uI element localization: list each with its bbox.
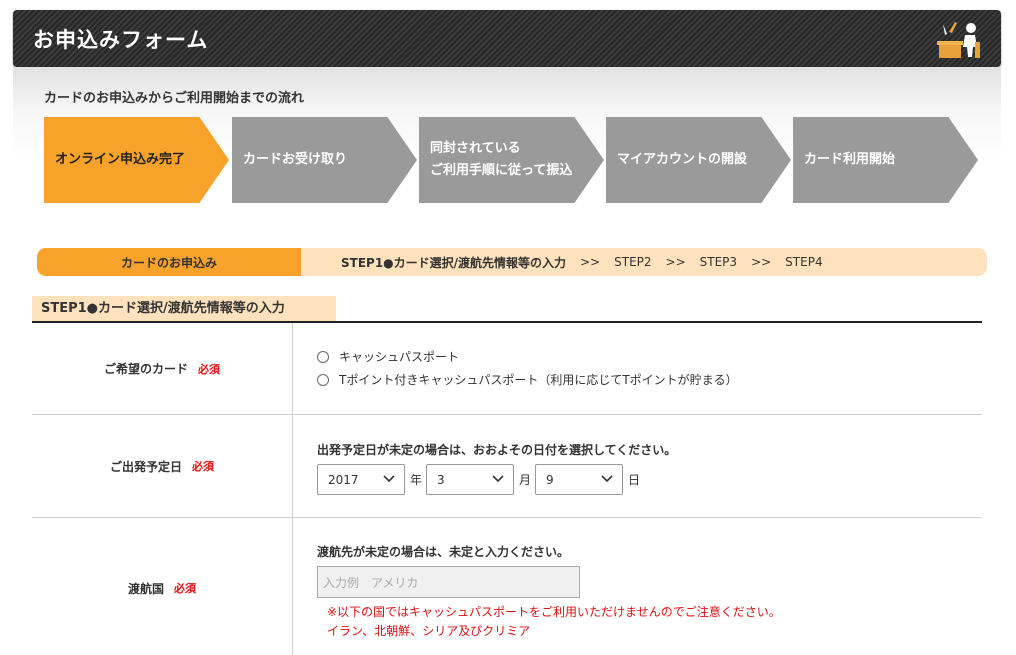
- form-row-destination: 渡航国 必須 渡航先が未定の場合は、未定と入力ください。 入力例 アメリカ ※以…: [32, 518, 982, 655]
- step-separator: >>: [665, 255, 686, 269]
- card-option-label: Tポイント付きキャッシュパスポート（利用に応じてTポイントが貯まる）: [339, 373, 738, 387]
- step-bar-tab: カードのお申込み: [37, 248, 301, 276]
- flow-section: カードのお申込みからご利用開始までの流れ オンライン申込み完了 カードお受け取り…: [13, 67, 1001, 217]
- form-row-card: ご希望のカード 必須 キャッシュパスポート Tポイント付きキャッシュパスポート（…: [32, 323, 982, 415]
- destination-warning: ※以下の国ではキャッシュパスポートをご利用いただけませんのでご注意ください。: [327, 605, 781, 619]
- step-4: STEP4: [785, 255, 823, 269]
- chevron-down-icon: [601, 475, 613, 483]
- card-option-cash-passport[interactable]: キャッシュパスポート: [317, 348, 459, 365]
- step-3: STEP3: [699, 255, 738, 269]
- required-badge: 必須: [198, 362, 220, 376]
- flow-step-4: マイアカウントの開設: [606, 117, 791, 203]
- radio-icon[interactable]: [317, 350, 329, 363]
- destination-placeholder: 入力例 アメリカ: [323, 575, 419, 590]
- step-progress-bar: カードのお申込み STEP1●カード選択/渡航先情報等の入力 >> STEP2 …: [37, 248, 987, 276]
- destination-label: 渡航国 必須: [32, 518, 292, 655]
- row-divider: [292, 323, 293, 414]
- flow-step-label: オンライン申込み完了: [55, 152, 186, 167]
- flow-step-3: 同封されている ご利用手順に従って振込: [419, 117, 604, 203]
- year-unit: 年: [410, 473, 423, 487]
- radio-icon[interactable]: [317, 373, 329, 386]
- row-divider: [292, 518, 293, 655]
- year-select[interactable]: 2017: [317, 464, 405, 495]
- month-select[interactable]: 3: [426, 464, 514, 495]
- departure-label-text: ご出発予定日: [109, 459, 182, 474]
- flow-step-1: オンライン申込み完了: [44, 117, 229, 203]
- destination-note: 渡航先が未定の場合は、未定と入力ください。: [317, 545, 570, 559]
- card-option-t-point[interactable]: Tポイント付きキャッシュパスポート（利用に応じてTポイントが貯まる）: [317, 371, 738, 388]
- destination-label-text: 渡航国: [127, 581, 164, 596]
- row-divider: [292, 415, 293, 517]
- required-badge: 必須: [192, 460, 214, 473]
- card-label: ご希望のカード 必須: [32, 323, 292, 414]
- card-option-label: キャッシュパスポート: [339, 350, 460, 364]
- flow-steps: オンライン申込み完了 カードお受け取り 同封されている ご利用手順に従って振込 …: [44, 117, 994, 203]
- departure-label: ご出発予定日 必須: [32, 415, 292, 517]
- flow-step-label: カード利用開始: [804, 152, 896, 167]
- day-unit: 日: [628, 473, 641, 487]
- step-2: STEP2: [614, 255, 652, 269]
- chevron-down-icon: [383, 475, 395, 483]
- departure-note: 出発予定日が未定の場合は、おおよその日付を選択してください。: [317, 443, 677, 457]
- destination-input[interactable]: 入力例 アメリカ: [317, 566, 580, 598]
- step-separator: >>: [580, 255, 601, 269]
- flow-step-label: カードお受け取り: [243, 152, 348, 167]
- day-value: 9: [546, 472, 554, 487]
- day-select[interactable]: 9: [535, 464, 623, 495]
- desk-person-icon: [935, 18, 983, 66]
- chevron-down-icon: [492, 475, 504, 483]
- card-label-text: ご希望のカード: [103, 362, 188, 376]
- required-badge: 必須: [174, 582, 196, 595]
- form-row-departure: ご出発予定日 必須 出発予定日が未定の場合は、おおよその日付を選択してください。…: [32, 415, 982, 518]
- section-title: STEP1●カード選択/渡航先情報等の入力: [32, 296, 336, 321]
- step-bar-items: STEP1●カード選択/渡航先情報等の入力 >> STEP2 >> STEP3 …: [341, 248, 823, 276]
- step-separator: >>: [751, 255, 772, 269]
- destination-warning-countries: イラン、北朝鮮、シリア及びクリミア: [327, 624, 531, 638]
- flow-step-5: カード利用開始: [793, 117, 978, 203]
- month-unit: 月: [519, 473, 532, 487]
- step-current: STEP1●カード選択/渡航先情報等の入力: [341, 255, 567, 270]
- month-value: 3: [437, 472, 445, 487]
- year-value: 2017: [328, 472, 359, 487]
- flow-step-label: 同封されている: [430, 141, 521, 156]
- flow-step-label: マイアカウントの開設: [617, 152, 748, 167]
- page-title: お申込みフォーム: [33, 28, 209, 52]
- flow-step-2: カードお受け取り: [232, 117, 417, 203]
- page-header: お申込みフォーム: [13, 10, 1001, 67]
- flow-step-label-2: ご利用手順に従って振込: [430, 163, 573, 178]
- flow-title: カードのお申込みからご利用開始までの流れ: [44, 91, 305, 106]
